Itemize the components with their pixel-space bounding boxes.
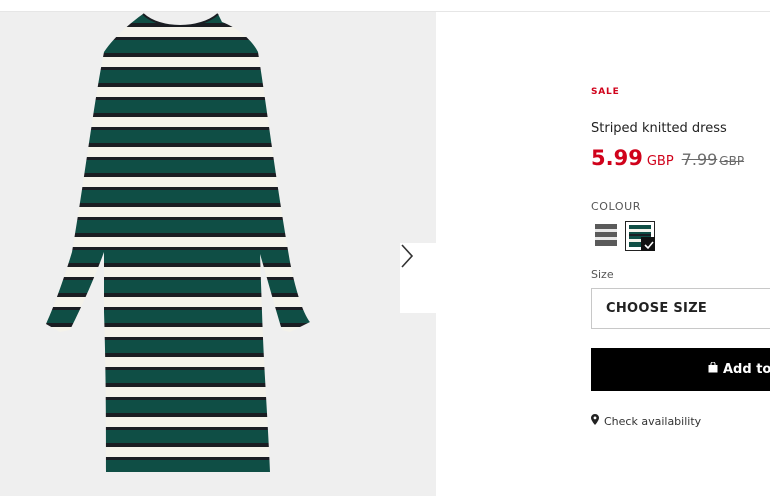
product-page: SALE Striped knitted dress 5.99 GBP 7.99 GB… xyxy=(0,0,770,496)
current-price-currency: GBP xyxy=(646,154,674,169)
grey-stripe-swatch-icon xyxy=(595,224,617,246)
colour-label: COLOUR xyxy=(591,200,642,213)
chevron-right-icon xyxy=(401,244,414,268)
product-title: Striped knitted dress xyxy=(591,121,727,136)
selected-check xyxy=(641,237,655,251)
check-icon xyxy=(644,241,654,250)
add-to-bag-label: Add to xyxy=(723,362,770,377)
next-image-button[interactable] xyxy=(400,243,436,313)
sale-badge: SALE xyxy=(591,87,620,97)
colour-swatch-grey[interactable] xyxy=(592,221,622,251)
size-label: Size xyxy=(591,268,614,281)
location-pin-icon xyxy=(591,414,599,428)
product-image-gallery[interactable] xyxy=(0,12,436,496)
add-to-bag-button[interactable]: Add to xyxy=(591,348,770,391)
current-price: 5.99 xyxy=(591,146,643,170)
check-availability-link[interactable]: Check availability xyxy=(591,414,701,428)
colour-swatch-green[interactable] xyxy=(625,221,655,251)
check-availability-label: Check availability xyxy=(604,414,702,428)
original-price: 7.99 xyxy=(681,150,718,169)
size-select[interactable]: CHOOSE SIZE xyxy=(591,288,770,329)
shopping-bag-icon xyxy=(708,361,718,377)
product-info-panel: SALE Striped knitted dress 5.99 GBP 7.99 GB… xyxy=(591,0,770,496)
product-image xyxy=(46,13,310,472)
original-price-currency: GBP xyxy=(719,154,745,168)
price-row: 5.99 GBP 7.99 GBP xyxy=(591,146,744,170)
